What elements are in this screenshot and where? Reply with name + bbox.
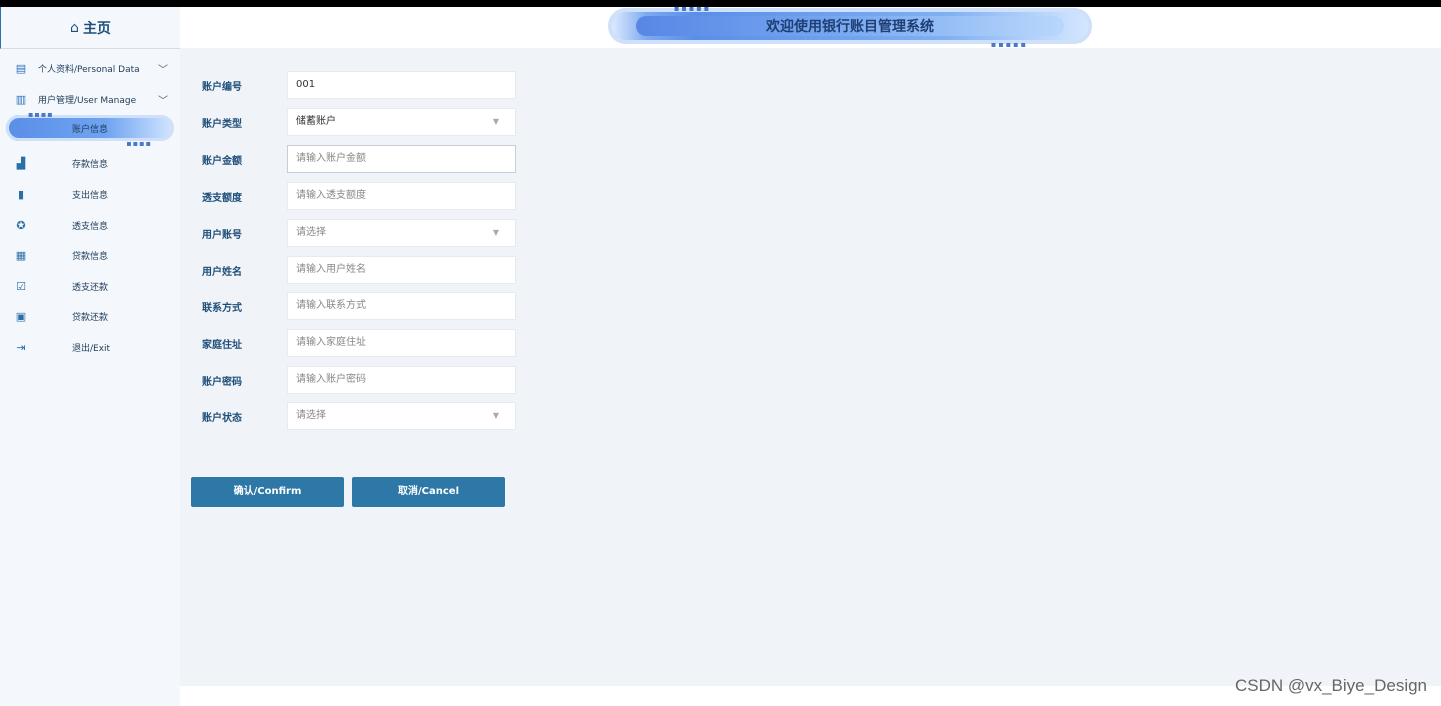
user-name-input[interactable]: 请输入用户姓名 <box>287 256 516 284</box>
contact-input[interactable]: 请输入联系方式 <box>287 292 516 320</box>
calendar-check-icon: ☑ <box>16 279 26 293</box>
book-icon: ▣ <box>15 309 27 323</box>
field-label: 透支额度 <box>202 193 242 204</box>
sidebar-item-account-info[interactable]: ▪▪▪▪ 账户信息 ▪▪▪▪ <box>6 110 174 148</box>
chevron-down-icon: ﹀ <box>158 96 168 107</box>
confirm-button[interactable]: 确认/Confirm <box>191 477 344 507</box>
caret-down-icon: ▼ <box>492 228 499 237</box>
field-label: 账户状态 <box>202 413 242 424</box>
form-row-account-amount: 账户金额 请输入账户金额 <box>180 145 700 173</box>
field-label: 家庭住址 <box>202 340 242 351</box>
form-row-account-number: 账户编号 001 <box>180 71 700 99</box>
form-row-contact: 联系方式 请输入联系方式 <box>180 292 700 320</box>
document-icon: ▤ <box>15 61 27 75</box>
decor-dots: ▪▪▪▪ <box>28 110 54 119</box>
account-type-select[interactable]: 储蓄账户 ▼ <box>287 108 516 136</box>
bookmark-icon: ▮ <box>17 187 25 201</box>
bar-chart-icon: ▟ <box>16 156 26 170</box>
account-amount-input[interactable]: 请输入账户金额 <box>287 145 516 173</box>
sidebar-item-label: 透支还款 <box>72 282 109 293</box>
clipboard-icon: ▥ <box>15 92 27 106</box>
caret-down-icon: ▼ <box>492 411 499 420</box>
sidebar-item-loan-repay[interactable]: ▣ 贷款还款 <box>0 304 180 328</box>
page-title: 欢迎使用银行账目管理系统 <box>766 19 934 35</box>
caret-down-icon: ▼ <box>492 117 499 126</box>
password-input[interactable]: 请输入账户密码 <box>287 366 516 394</box>
form-row-account-status: 账户状态 请选择 ▼ <box>180 402 700 430</box>
sidebar-item-label: 贷款还款 <box>72 312 109 323</box>
badge-icon: ✪ <box>16 218 26 232</box>
home-label: 主页 <box>82 20 111 37</box>
sidebar-item-label: 退出/Exit <box>72 343 111 354</box>
user-account-select[interactable]: 请选择 ▼ <box>287 219 516 247</box>
form-row-user-name: 用户姓名 请输入用户姓名 <box>180 256 700 284</box>
sidebar-item-expense[interactable]: ▮ 支出信息 <box>0 182 180 206</box>
form-row-password: 账户密码 请输入账户密码 <box>180 366 700 394</box>
form-row-user-account: 用户账号 请选择 ▼ <box>180 219 700 247</box>
account-number-input[interactable]: 001 <box>287 71 516 99</box>
watermark: CSDN @vx_Biye_Design <box>1234 676 1427 695</box>
select-placeholder: 请选择 <box>296 410 326 421</box>
menu-group-label: 用户管理/User Manage <box>38 95 137 106</box>
field-label: 账户密码 <box>202 377 242 388</box>
sidebar-item-deposit[interactable]: ▟ 存款信息 <box>0 151 180 175</box>
select-placeholder: 请选择 <box>296 227 326 238</box>
header: ▪▪▪▪▪ 欢迎使用银行账目管理系统 ▪▪▪▪▪ <box>180 4 1441 49</box>
address-input[interactable]: 请输入家庭住址 <box>287 329 516 357</box>
sidebar-item-label: 支出信息 <box>72 190 109 201</box>
sidebar-item-label: 贷款信息 <box>72 251 109 262</box>
field-label: 账户编号 <box>202 82 242 93</box>
cancel-button[interactable]: 取消/Cancel <box>352 477 505 507</box>
field-label: 账户金额 <box>202 156 242 167</box>
sidebar-item-loan[interactable]: ▦ 贷款信息 <box>0 243 180 267</box>
sidebar-item-label: 账户信息 <box>71 125 108 135</box>
sidebar: ⌂ 主页 ▤ 个人资料/Personal Data ﹀ ▥ 用户管理/User … <box>0 7 180 706</box>
window-top-bar <box>0 0 1441 7</box>
title-banner: ▪▪▪▪▪ 欢迎使用银行账目管理系统 ▪▪▪▪▪ <box>608 4 1092 49</box>
overdraft-limit-input[interactable]: 请输入透支额度 <box>287 182 516 210</box>
select-value: 储蓄账户 <box>296 116 336 127</box>
logout-icon: ⇥ <box>16 340 26 354</box>
field-label: 账户类型 <box>202 119 242 130</box>
field-label: 联系方式 <box>202 303 242 314</box>
form-row-account-type: 账户类型 储蓄账户 ▼ <box>180 108 700 136</box>
decor-dots: ▪▪▪▪▪ <box>674 4 712 13</box>
chevron-down-icon: ﹀ <box>158 65 168 76</box>
sidebar-item-overdraft-repay[interactable]: ☑ 透支还款 <box>0 274 180 298</box>
sidebar-item-label: 存款信息 <box>72 159 109 170</box>
menu-group-user-manage[interactable]: ▥ 用户管理/User Manage ﹀ <box>0 86 180 112</box>
form-row-address: 家庭住址 请输入家庭住址 <box>180 329 700 357</box>
menu-group-label: 个人资料/Personal Data <box>38 64 140 75</box>
account-status-select[interactable]: 请选择 ▼ <box>287 402 516 430</box>
sidebar-item-label: 透支信息 <box>72 221 109 232</box>
main-content: 账户编号 001 账户类型 储蓄账户 ▼ 账户金额 请输入账户金额 透支额度 请… <box>180 48 1441 686</box>
menu-group-personal-data[interactable]: ▤ 个人资料/Personal Data ﹀ <box>0 55 180 81</box>
sidebar-item-exit[interactable]: ⇥ 退出/Exit <box>0 335 180 359</box>
home-link[interactable]: ⌂ 主页 <box>0 7 180 49</box>
field-label: 用户姓名 <box>202 267 242 278</box>
form-row-overdraft-limit: 透支额度 请输入透支额度 <box>180 182 700 210</box>
sidebar-item-overdraft[interactable]: ✪ 透支信息 <box>0 213 180 237</box>
decor-dots: ▪▪▪▪ <box>126 139 152 148</box>
calendar-icon: ▦ <box>15 248 27 262</box>
field-label: 用户账号 <box>202 230 242 241</box>
home-icon: ⌂ <box>70 19 79 36</box>
